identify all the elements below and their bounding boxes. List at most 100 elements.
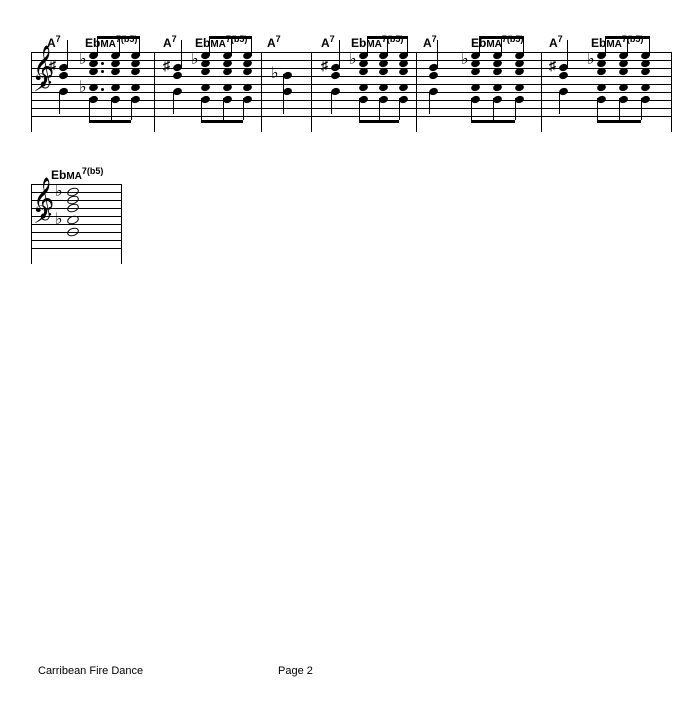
flat-accidental: ♭ [271, 66, 279, 82]
notehead [470, 67, 481, 77]
beam [209, 36, 251, 39]
bass-notes-1: ♭ [31, 84, 671, 116]
flat-accidental: ♭ [79, 80, 87, 96]
notehead [398, 67, 409, 77]
stem [407, 36, 408, 56]
beam [201, 120, 243, 123]
notehead [358, 83, 369, 93]
notehead [242, 83, 253, 93]
stem [605, 36, 606, 56]
stem [649, 36, 650, 56]
notehead [222, 83, 233, 93]
grand-staff-2: 𝄞 ♭ 𝄢 ♭ [31, 184, 121, 248]
stem [181, 40, 182, 68]
beam [97, 36, 139, 39]
flat-accidental: ♭ [461, 52, 469, 68]
dot [101, 88, 104, 91]
stem [597, 98, 598, 120]
stem [231, 36, 232, 56]
footer: Carribean Fire Dance Page 2 [38, 665, 658, 677]
notehead [558, 71, 569, 81]
notehead [88, 67, 99, 77]
barline [154, 52, 155, 132]
stem [501, 36, 502, 56]
notehead [130, 67, 141, 77]
notehead [596, 83, 607, 93]
flat-accidental: ♭ [349, 52, 357, 68]
stem [559, 92, 560, 114]
notehead [330, 71, 341, 81]
notehead [110, 67, 121, 77]
notehead [596, 67, 607, 77]
stem [627, 36, 628, 56]
notehead [200, 83, 211, 93]
notehead [428, 71, 439, 81]
treble-notes-1: ♯ ♭ [31, 52, 671, 84]
stem [97, 36, 98, 56]
stem [641, 98, 642, 120]
notehead [514, 67, 525, 77]
notehead [492, 83, 503, 93]
stem [139, 36, 140, 56]
stem [399, 98, 400, 120]
bass-staff-2: 𝄢 ♭ [31, 216, 121, 248]
stem [173, 92, 174, 114]
notehead [398, 83, 409, 93]
beam [89, 120, 131, 123]
notehead [378, 67, 389, 77]
chord-symbol: A7 [549, 34, 563, 50]
notehead [110, 83, 121, 93]
stem [67, 40, 68, 68]
stem [131, 98, 132, 120]
notehead [222, 67, 233, 77]
chord-symbol: A7 [423, 34, 437, 50]
stem [523, 36, 524, 56]
notehead [172, 71, 183, 81]
notehead [378, 83, 389, 93]
stem [243, 98, 244, 120]
stem [379, 98, 380, 120]
stem [201, 98, 202, 120]
barline [261, 52, 262, 132]
notehead [470, 83, 481, 93]
notehead [640, 83, 651, 93]
stem [567, 40, 568, 68]
flat-accidental: ♭ [55, 212, 63, 228]
notehead [618, 83, 629, 93]
notehead [640, 67, 651, 77]
stem [493, 98, 494, 120]
bass-staff-1: 𝄢 ♭ [31, 84, 671, 116]
flat-accidental: ♭ [587, 52, 595, 68]
grand-staff-1: 𝄞 ♯ ♭ [31, 52, 671, 116]
system-2: EbMA7(b5) 𝄞 ♭ 𝄢 ♭ [31, 166, 121, 248]
stem [251, 36, 252, 56]
stem [471, 98, 472, 120]
notehead [88, 83, 99, 93]
barline [311, 52, 312, 132]
notehead [492, 67, 503, 77]
stem [283, 92, 284, 114]
flat-accidental: ♭ [55, 184, 63, 200]
sharp-accidental: ♯ [321, 60, 328, 74]
stem [367, 36, 368, 56]
barline [31, 52, 32, 132]
stem [387, 36, 388, 56]
stem [359, 98, 360, 120]
flat-accidental: ♭ [191, 52, 199, 68]
score-area: A7EbMA7(b5)A7EbMA7(b5)A7A7EbMA7(b5)A7EbM… [31, 34, 671, 298]
stem [111, 98, 112, 120]
stem [515, 98, 516, 120]
notehead [618, 67, 629, 77]
notehead [58, 71, 69, 81]
stem [437, 40, 438, 68]
whole-note [66, 214, 80, 226]
beam [479, 36, 523, 39]
chord-symbol: A7 [321, 34, 335, 50]
chord-symbol: A7 [267, 34, 281, 50]
beam [605, 36, 649, 39]
dot [101, 70, 104, 73]
stem [209, 36, 210, 56]
bass-notes-2: ♭ [31, 216, 121, 248]
notehead [242, 67, 253, 77]
treble-staff-1: 𝄞 ♯ ♭ [31, 52, 671, 84]
